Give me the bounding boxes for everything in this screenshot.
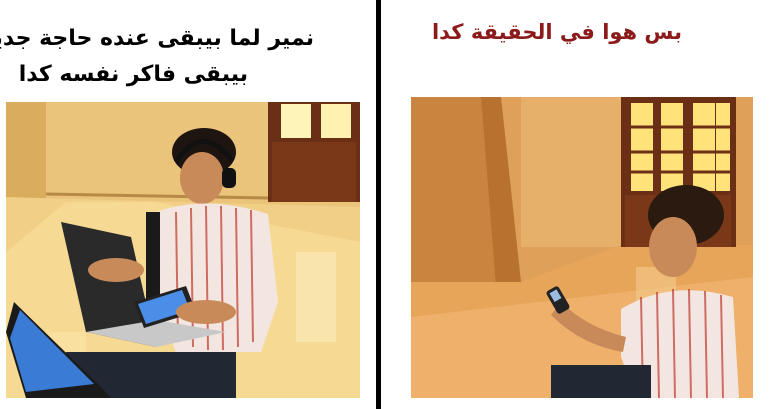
right-photo [411, 97, 753, 398]
right-caption: بس هوا في الحقيقة كدا [431, 20, 682, 44]
left-caption-line-2: بيبقى فاكر نفسه كدا [18, 62, 248, 87]
right-photo-illustration [411, 97, 753, 398]
left-panel: نمير لما بيبقى عنده حاجة جديدة بيبقى فاك… [0, 0, 376, 409]
right-panel: بس هوا في الحقيقة كدا [381, 0, 776, 409]
left-caption-line-1: نمير لما بيبقى عنده حاجة جديدة [0, 26, 314, 51]
left-photo-illustration [6, 102, 360, 398]
left-photo [6, 102, 360, 398]
